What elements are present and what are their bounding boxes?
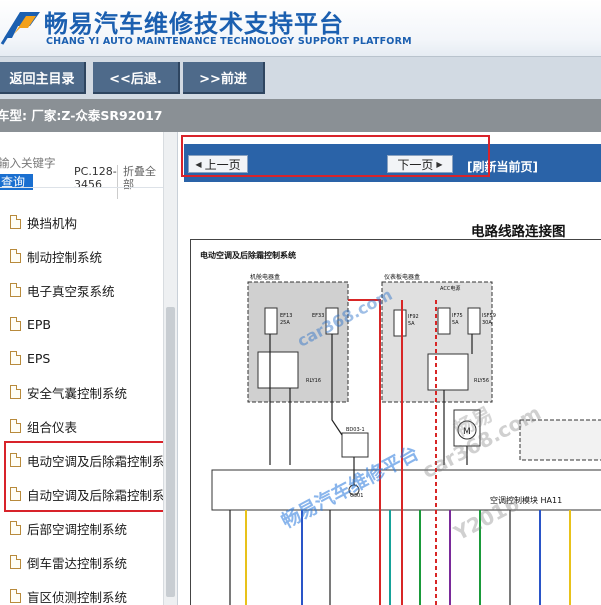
tree-item[interactable]: 后部空调控制系统	[0, 511, 163, 545]
engine-box-label: 机舱电器盒	[250, 273, 280, 281]
rly16-label: RLY16	[306, 378, 321, 384]
fuse-if92	[393, 309, 407, 337]
bd03-label: BD03-1	[346, 427, 365, 433]
tree-list: 换挡机构 制动控制系统 电子真空泵系统 EPB EPS 安全气囊控制系统 组合仪…	[0, 205, 163, 605]
tree-item[interactable]: 盲区侦测控制系统	[0, 579, 163, 605]
header: 畅易汽车维修技术支持平台 CHANG YI AUTO MAINTENANCE T…	[0, 0, 601, 56]
tree-item[interactable]: 倒车雷达控制系统	[0, 545, 163, 579]
if92-label: IF92	[408, 314, 419, 320]
document-icon	[10, 215, 21, 229]
document-icon	[10, 283, 21, 297]
fuse-if59	[467, 307, 481, 335]
document-icon	[10, 555, 21, 569]
toolbar: 返回主目录 <<后退. >>前进	[0, 56, 601, 99]
fuse-ef13	[264, 307, 278, 335]
connector-bd03	[341, 432, 369, 458]
divider	[0, 187, 177, 188]
back-button[interactable]: <<后退.	[93, 62, 180, 94]
document-icon	[10, 351, 21, 365]
tree-item-label: 安全气囊控制系统	[27, 385, 128, 401]
tree-item-label: 电子真空泵系统	[27, 283, 115, 299]
tree-item[interactable]: 组合仪表	[0, 409, 163, 443]
model-text: 车型: 厂家:Z-众泰SR92017	[0, 108, 163, 123]
back-to-main-button[interactable]: 返回主目录	[0, 62, 86, 94]
tree-item[interactable]: 安全气囊控制系统	[0, 375, 163, 409]
rly56-label: RLY56	[474, 378, 489, 384]
tree-item[interactable]: 换挡机构	[0, 205, 163, 239]
model-bar: 车型: 厂家:Z-众泰SR92017	[0, 99, 601, 132]
vertical-scrollbar[interactable]	[163, 132, 177, 605]
logo-icon	[0, 12, 40, 45]
tree-item-label: EPB	[27, 316, 52, 332]
tree-item[interactable]: EPB	[0, 307, 163, 341]
pc-code: PC.128-3456	[74, 165, 118, 199]
tree-item-label: 换挡机构	[27, 215, 78, 231]
tree-item-label: 组合仪表	[27, 419, 78, 435]
diagram-title: 电路线路连接图	[471, 224, 566, 240]
tree-item[interactable]: EPS	[0, 341, 163, 375]
if59-amp-label: 30A	[482, 320, 492, 326]
tree-item[interactable]: 电子真空泵系统	[0, 273, 163, 307]
app-window: 畅易汽车维修技术支持平台 CHANG YI AUTO MAINTENANCE T…	[0, 0, 601, 605]
document-icon	[10, 385, 21, 399]
if92-amp-label: 5A	[408, 321, 415, 327]
search-row: 输入关键字 查询 PC.128-3456 折叠全部	[0, 145, 177, 199]
tree-item-label: 盲区侦测控制系统	[27, 589, 128, 605]
ef13-label: EF13	[280, 313, 292, 319]
highlight-box	[4, 441, 174, 512]
document-icon	[10, 589, 21, 603]
relay-rly56	[427, 353, 469, 391]
acc-label: ACC电源	[440, 285, 460, 292]
tree-item-label: 后部空调控制系统	[27, 521, 128, 537]
if75-label: IF75	[452, 313, 463, 319]
tree-item-label: 倒车雷达控制系统	[27, 555, 128, 571]
if75-amp-label: 5A	[452, 320, 459, 326]
relay-rly16	[257, 351, 299, 389]
site-subtitle: CHANG YI AUTO MAINTENANCE TECHNOLOGY SUP…	[46, 36, 412, 47]
forward-button[interactable]: >>前进	[183, 62, 265, 94]
instr-box-label: 仪表板电器盒	[384, 273, 420, 281]
document-icon	[10, 419, 21, 433]
document-icon	[10, 317, 21, 331]
tree-item-label: EPS	[27, 350, 51, 366]
left-panel: 输入关键字 查询 PC.128-3456 折叠全部 换挡机构 制动控制系统 电子…	[0, 132, 177, 605]
site-title: 畅易汽车维修技术支持平台	[44, 9, 344, 38]
highlight-box	[181, 135, 490, 177]
tree-item[interactable]: 制动控制系统	[0, 239, 163, 273]
search-input[interactable]: 输入关键字	[0, 155, 56, 171]
document-icon	[10, 249, 21, 263]
tree-item-label: 制动控制系统	[27, 249, 103, 265]
scrollbar-thumb[interactable]	[166, 307, 175, 597]
content-panel: ◀ 上一页 下一页 ▶ [刷新当前页] 电路线路连接图 电动空调及后除霜控制系统…	[177, 132, 601, 605]
if59-label: ISF59	[482, 313, 496, 319]
document-icon	[10, 521, 21, 535]
fuse-if75	[437, 307, 451, 335]
wiring-diagram: 机舱电器盒 仪表板电器盒 空调控制模块 HA11 EF13 25A EF33 I…	[211, 273, 601, 605]
ef13-amp-label: 25A	[280, 320, 290, 326]
